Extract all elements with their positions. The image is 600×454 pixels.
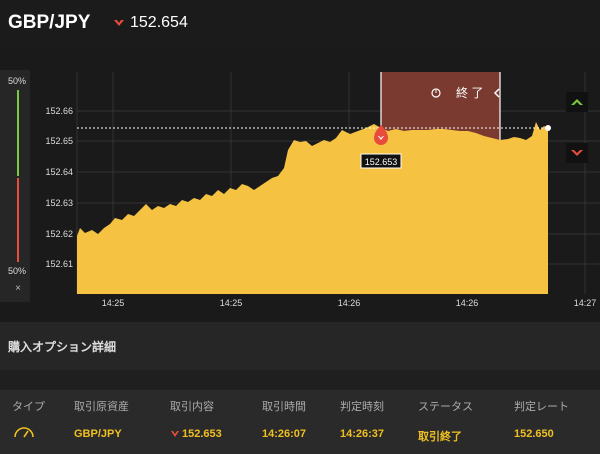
cell-time: 14:26:07 <box>262 428 307 440</box>
current-price-dot <box>545 125 551 131</box>
x-tick: 14:27 <box>574 298 597 308</box>
x-tick: 14:25 <box>220 298 243 308</box>
y-tick: 152.64 <box>45 167 73 177</box>
cell-asset: GBP/JPY <box>74 428 122 440</box>
x-tick: 14:26 <box>456 298 479 308</box>
down-arrow-icon <box>171 431 179 437</box>
y-tick: 152.62 <box>45 229 73 239</box>
marker-price: 152.653 <box>365 157 398 167</box>
column-header-asset: 取引原資産 <box>74 401 129 413</box>
asset-pair-title[interactable]: GBP/JPY <box>8 12 90 34</box>
gauge-icon <box>14 427 34 438</box>
y-tick: 152.61 <box>45 259 73 269</box>
column-header-time: 取引時間 <box>262 401 306 413</box>
low-button[interactable] <box>566 143 588 163</box>
column-header-status: ステータス <box>418 401 473 413</box>
y-tick: 152.63 <box>45 198 73 208</box>
price-chart: 終 了 152.653 152.66 152.65 152.64 152.63 … <box>45 72 600 308</box>
column-header-content: 取引内容 <box>170 401 214 413</box>
high-button[interactable] <box>566 92 588 112</box>
spacer <box>0 370 600 390</box>
column-header-rate: 判定レート <box>514 401 569 413</box>
section-title: 購入オプション詳細 <box>8 340 117 354</box>
cell-judge-time: 14:26:37 <box>340 428 385 440</box>
current-price: 152.654 <box>130 14 188 31</box>
expiry-label: 終 了 <box>456 85 483 100</box>
down-arrow-icon <box>114 20 124 26</box>
column-header-judge-time: 判定時刻 <box>340 401 384 413</box>
y-tick: 152.66 <box>45 106 73 116</box>
column-header-type: タイプ <box>12 401 45 413</box>
y-tick: 152.65 <box>45 136 73 146</box>
cell-rate: 152.650 <box>514 428 554 440</box>
cell-status: 取引終了 <box>418 431 462 443</box>
cell-content: 152.653 <box>182 428 222 440</box>
x-tick: 14:26 <box>338 298 361 308</box>
x-tick: 14:25 <box>102 298 125 308</box>
